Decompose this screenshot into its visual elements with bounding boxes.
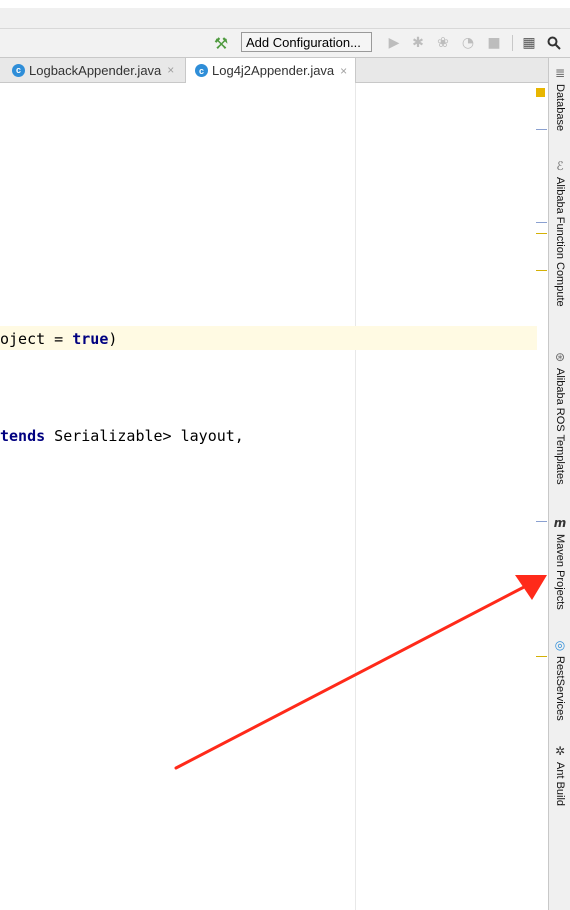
annotation-arrow — [174, 575, 547, 770]
